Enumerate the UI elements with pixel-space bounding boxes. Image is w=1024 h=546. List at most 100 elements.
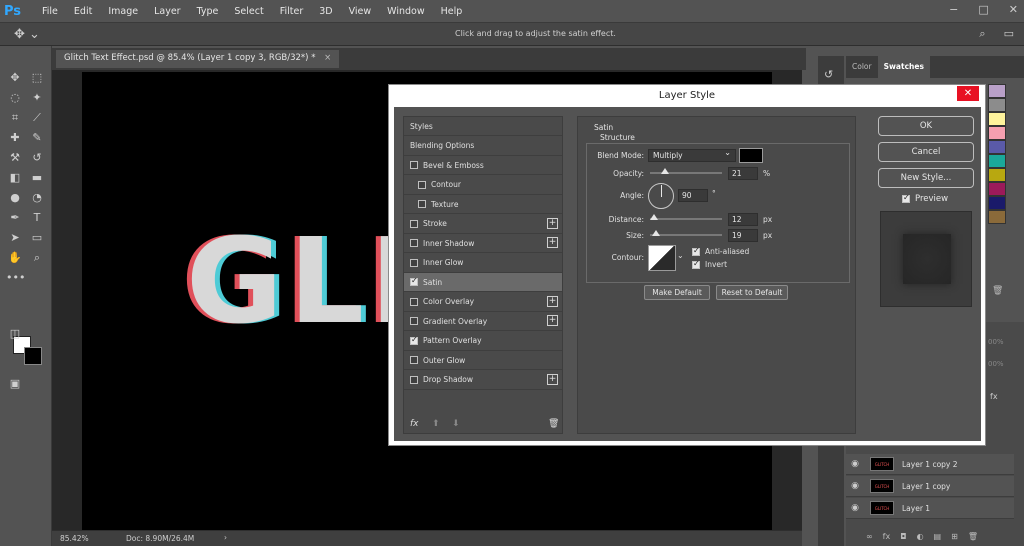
preview-box[interactable] [902, 193, 910, 203]
trash-icon[interactable]: 🗑 [968, 532, 978, 542]
color-swatch[interactable] [988, 126, 1006, 140]
fx-menu-icon[interactable]: fx [410, 419, 419, 429]
distance-slider[interactable] [650, 218, 722, 220]
style-checkbox[interactable] [418, 180, 426, 189]
style-item[interactable]: Styles [404, 117, 562, 136]
rectangle-icon[interactable]: ▭ [28, 230, 46, 246]
menu-help[interactable]: Help [433, 6, 471, 17]
quick-mask-icon[interactable]: ◫ [6, 326, 24, 342]
brush-icon[interactable]: ✎ [28, 130, 46, 146]
healing-icon[interactable]: ✚ [6, 130, 24, 146]
eraser-icon[interactable]: ◧ [6, 170, 24, 186]
document-tab[interactable]: Glitch Text Effect.psd @ 85.4% (Layer 1 … [56, 50, 340, 68]
new-style-button[interactable]: New Style... [878, 168, 974, 188]
style-checkbox[interactable] [418, 200, 426, 208]
screen-mode-icon[interactable]: ▣ [6, 376, 24, 392]
workspace-icon[interactable]: ▭ [1004, 27, 1014, 41]
contour-dropdown-icon[interactable]: ⌄ [677, 251, 684, 260]
eye-icon[interactable]: ◉ [846, 503, 864, 513]
marquee-icon[interactable]: ⬚ [28, 70, 46, 86]
move-down-icon[interactable]: ⬇ [452, 419, 460, 429]
style-checkbox[interactable] [410, 239, 418, 247]
add-effect-icon[interactable]: + [547, 373, 558, 385]
size-slider-knob[interactable] [651, 230, 660, 236]
minimize-icon[interactable]: − [949, 3, 958, 16]
contour-thumbnail[interactable] [648, 245, 676, 271]
eye-icon[interactable]: ◉ [846, 459, 864, 469]
make-default-button[interactable]: Make Default [644, 285, 710, 300]
angle-input[interactable]: 90 [678, 189, 708, 202]
history-brush-icon[interactable]: ↺ [28, 150, 46, 166]
color-swatch[interactable] [988, 84, 1006, 98]
style-checkbox[interactable] [410, 258, 418, 267]
magic-wand-icon[interactable]: ✦ [28, 90, 46, 106]
anti-aliased-checkbox[interactable]: Anti-aliased [692, 246, 749, 256]
angle-dial[interactable] [648, 183, 674, 209]
style-item[interactable]: Texture [404, 195, 562, 214]
satin-color-chip[interactable] [739, 148, 763, 163]
add-effect-icon[interactable]: + [547, 295, 558, 307]
blend-mode-select[interactable]: Multiply [648, 148, 736, 162]
style-item[interactable]: Drop Shadow + [404, 371, 562, 390]
tab-color[interactable]: Color [846, 56, 878, 78]
color-swatch[interactable] [988, 98, 1006, 112]
style-item[interactable]: Blending Options [404, 137, 562, 156]
style-checkbox[interactable] [410, 219, 418, 228]
move-icon[interactable]: ✥ [6, 70, 24, 86]
fx-icon[interactable]: fx [990, 392, 998, 401]
menu-type[interactable]: Type [189, 6, 227, 17]
menu-window[interactable]: Window [379, 6, 432, 17]
dodge-icon[interactable]: ◔ [28, 190, 46, 206]
fx-add-icon[interactable]: fx [883, 532, 891, 542]
mask-icon[interactable]: ◘ [900, 532, 906, 542]
history-icon[interactable]: ↺ [824, 68, 833, 81]
size-input[interactable]: 19 [728, 229, 758, 242]
style-item[interactable]: Pattern Overlay [404, 332, 562, 351]
style-checkbox[interactable] [410, 375, 418, 384]
style-item[interactable]: Color Overlay + [404, 293, 562, 312]
layer-row[interactable]: ◉ GLITCH Layer 1 [846, 498, 1014, 519]
close-icon[interactable]: ✕ [1009, 3, 1018, 16]
distance-input[interactable]: 12 [728, 213, 758, 226]
new-layer-icon[interactable]: ⊞ [951, 532, 958, 542]
eye-icon[interactable]: ◉ [846, 481, 864, 491]
style-checkbox[interactable] [410, 161, 418, 169]
zoom-level[interactable]: 85.42% [60, 534, 89, 543]
maximize-icon[interactable]: □ [978, 3, 988, 16]
gradient-icon[interactable]: ▬ [28, 170, 46, 186]
opacity-input[interactable]: 21 [728, 167, 758, 180]
style-checkbox[interactable] [410, 276, 418, 286]
path-select-icon[interactable]: ➤ [6, 230, 24, 246]
adjustment-icon[interactable]: ◐ [917, 532, 924, 542]
color-swatch[interactable] [988, 154, 1006, 168]
add-effect-icon[interactable]: + [547, 315, 558, 326]
layer-row[interactable]: ◉ GLITCH Layer 1 copy 2 [846, 454, 1014, 475]
add-effect-icon[interactable]: + [547, 217, 558, 229]
style-item[interactable]: Stroke + [404, 215, 562, 234]
size-slider[interactable] [650, 234, 722, 236]
style-item[interactable]: Outer Glow [404, 351, 562, 370]
style-item[interactable]: Bevel & Emboss [404, 156, 562, 175]
search-icon[interactable]: ⌕ [979, 27, 985, 41]
color-swatch[interactable] [988, 168, 1006, 182]
preview-checkbox[interactable]: Preview [902, 193, 948, 204]
style-checkbox[interactable] [410, 335, 418, 345]
anti-aliased-box[interactable] [692, 246, 700, 256]
eyedropper-icon[interactable]: ⟋ [28, 110, 46, 126]
ok-button[interactable]: OK [878, 116, 974, 136]
more-tools-icon[interactable]: ••• [6, 270, 25, 286]
style-checkbox[interactable] [410, 297, 418, 306]
menu-3d[interactable]: 3D [311, 6, 340, 17]
menu-image[interactable]: Image [100, 6, 146, 17]
background-color[interactable] [24, 347, 42, 365]
menu-filter[interactable]: Filter [272, 6, 312, 17]
delete-effect-icon[interactable]: 🗑 [548, 419, 559, 429]
color-swatch[interactable] [988, 112, 1006, 126]
color-swatch[interactable] [988, 196, 1006, 210]
crop-icon[interactable]: ⌗ [6, 110, 24, 126]
menu-select[interactable]: Select [226, 6, 271, 17]
reset-default-button[interactable]: Reset to Default [716, 285, 788, 300]
clone-stamp-icon[interactable]: ⚒ [6, 150, 24, 166]
color-swatch[interactable] [988, 182, 1006, 196]
opacity-slider-knob[interactable] [661, 168, 670, 174]
